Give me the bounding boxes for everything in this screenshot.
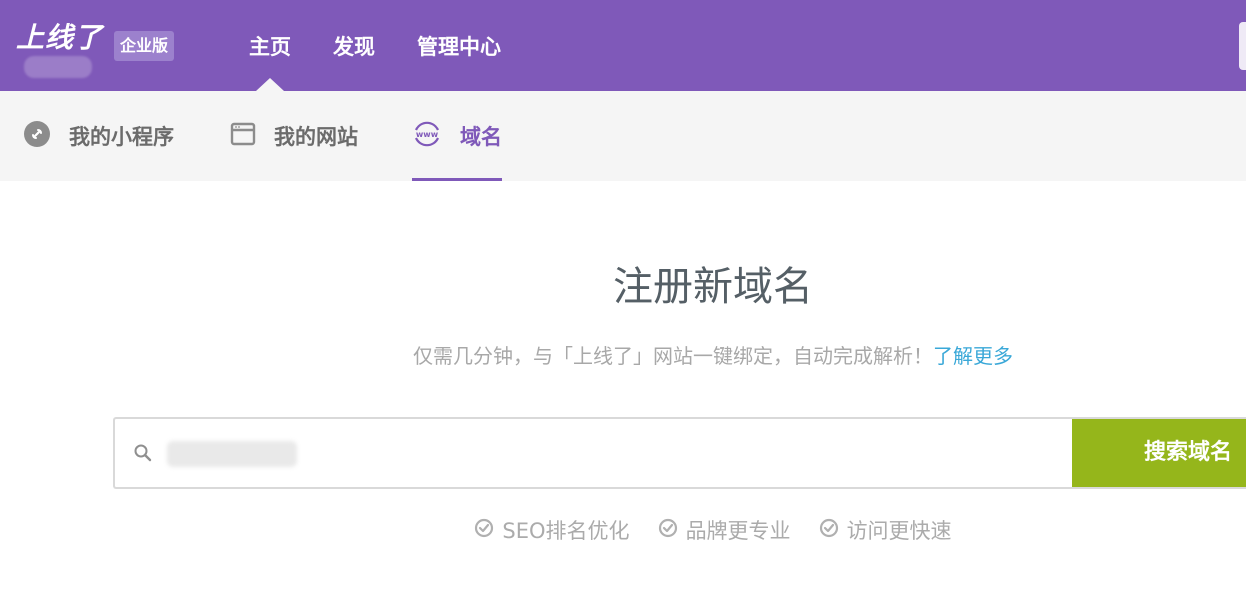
feature-label: 访问更快速 [846, 519, 952, 543]
www-icon: www [412, 119, 442, 154]
nav-item-home[interactable]: 主页 [228, 0, 312, 91]
tab-domains[interactable]: www 域名 [412, 91, 502, 181]
tab-label: 域名 [460, 125, 502, 149]
page-title: 注册新域名 [613, 264, 813, 310]
search-domain-button[interactable]: 搜索域名 [1072, 419, 1246, 487]
logo[interactable]: 上线了 [16, 16, 103, 56]
top-header: 上线了 企业版 主页 发现 管理中心 [0, 0, 1246, 91]
feature-item: 访问更快速 [819, 515, 952, 545]
search-icon [133, 443, 153, 467]
tab-label: 我的小程序 [69, 125, 174, 149]
feature-item: SEO排名优化 [474, 515, 630, 545]
feature-item: 品牌更专业 [658, 515, 791, 545]
tab-my-websites[interactable]: 我的网站 [230, 91, 358, 181]
tab-my-mini-programs[interactable]: 我的小程序 [23, 91, 174, 181]
subtitle-text: 仅需几分钟，与「上线了」网站一键绑定，自动完成解析！ [413, 344, 933, 368]
feature-label: 品牌更专业 [685, 519, 791, 543]
feature-list: SEO排名优化 品牌更专业 访问更快速 [0, 515, 1246, 545]
sub-nav: 我的小程序 我的网站 www 域名 [0, 91, 1246, 181]
check-circle-icon [658, 518, 678, 543]
domain-search-input[interactable] [167, 435, 1067, 473]
edition-badge: 企业版 [114, 31, 175, 61]
logo-blurred-subtext [24, 56, 92, 78]
check-circle-icon [819, 518, 839, 543]
svg-text:www: www [416, 130, 439, 139]
tab-label: 我的网站 [274, 125, 358, 149]
link-icon [23, 120, 51, 153]
learn-more-link[interactable]: 了解更多 [933, 344, 1013, 368]
top-nav: 主页 发现 管理中心 [228, 0, 522, 91]
nav-item-discover[interactable]: 发现 [312, 0, 396, 91]
header-right-panel-edge[interactable] [1239, 22, 1246, 70]
feature-label: SEO排名优化 [502, 519, 630, 543]
page-subtitle: 仅需几分钟，与「上线了」网站一键绑定，自动完成解析！了解更多 [0, 340, 1246, 369]
check-circle-icon [474, 518, 494, 543]
browser-window-icon [230, 121, 256, 152]
nav-item-management-center[interactable]: 管理中心 [396, 0, 522, 91]
